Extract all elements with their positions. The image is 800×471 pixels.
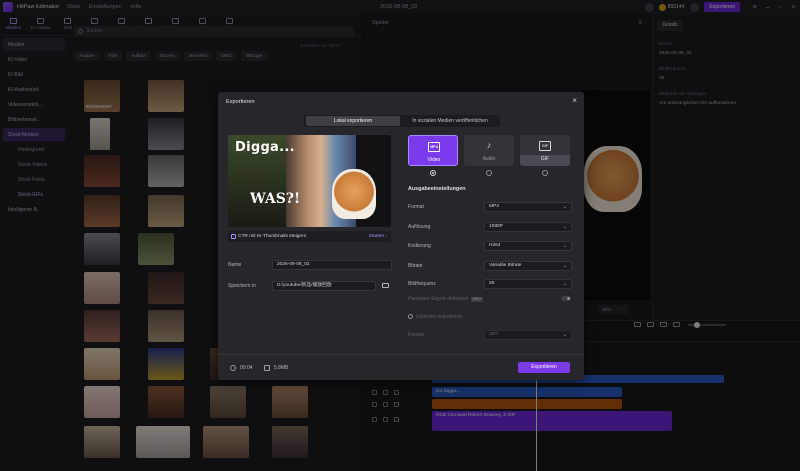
format-label: Format [408, 204, 424, 210]
ctr-start-label: Starten [368, 234, 385, 239]
encoding-label: Kodierung [408, 243, 431, 249]
audio-note-icon: ♪ [486, 140, 492, 150]
bitrate-value: Variable Bitrate [489, 263, 522, 268]
export-file-size: 5.8MB [274, 365, 289, 371]
chevron-down-icon: ⌄ [562, 263, 567, 269]
chevron-down-icon: ⌄ [562, 204, 567, 210]
resolution-label: Auflösung [408, 224, 431, 230]
ctr-banner: CTR mit KI-Thumbnails steigern Starten › [228, 231, 391, 242]
framerate-label: Bildfrequenz [408, 281, 436, 287]
subtitle-export-label: Untertitel exportieren [416, 314, 463, 320]
framerate-value: 25 [489, 281, 495, 286]
format-label-video: Video [427, 157, 441, 163]
subtitle-format-label: Format [408, 332, 424, 338]
format-card-video[interactable]: MP4 Video [408, 135, 458, 166]
ai-thumbnail-icon [231, 234, 236, 239]
ctr-text: CTR mit KI-Thumbnails steigern [238, 234, 307, 239]
export-duration: 00:04 [240, 365, 253, 371]
bitrate-label: Bitrate [408, 263, 423, 269]
resolution-value: 1080P [489, 224, 503, 229]
gpu-export-label: Hardware-Export aktivieren GPU [408, 296, 483, 302]
name-input[interactable]: 2026-09-08_02 [272, 260, 392, 270]
preview-caption-bottom: WAS?! [250, 191, 301, 207]
tab-social-publish[interactable]: In sozialen Medien veröffentlichen [402, 116, 498, 126]
chevron-down-icon: ⌄ [562, 243, 567, 249]
encoding-value: H264 [489, 243, 501, 248]
preview-caption-top: Digga... [235, 140, 295, 155]
export-preview: Digga... WAS?! [228, 135, 391, 227]
format-select[interactable]: MP4 ⌄ [484, 202, 572, 212]
subtitle-format-select[interactable]: SRT ⌄ [484, 330, 572, 340]
file-size-icon [264, 365, 270, 371]
video-format-icon: MP4 [428, 142, 440, 152]
format-label-audio: Audio [482, 156, 496, 162]
dialog-title: Exportieren [226, 99, 255, 105]
tab-local-export[interactable]: Lokal exportieren [306, 116, 400, 126]
save-location-input[interactable]: D:/youtube/新品/播放回放 [272, 281, 376, 291]
gpu-badge: GPU [470, 297, 483, 302]
export-mode-tabs: Lokal exportieren In sozialen Medien ver… [304, 115, 500, 127]
save-location-label: Speichern in [228, 283, 256, 289]
format-label-gif: GIF [540, 156, 550, 162]
clock-icon [230, 365, 236, 371]
folder-icon[interactable] [382, 283, 389, 288]
format-card-gif[interactable]: GIF GIF [520, 135, 570, 166]
preview-cat-image [332, 169, 376, 219]
subtitle-export-toggle[interactable] [408, 314, 413, 319]
bitrate-select[interactable]: Variable Bitrate ⌄ [484, 261, 572, 271]
radio-video[interactable] [430, 170, 436, 176]
close-icon[interactable]: × [572, 96, 577, 105]
ctr-start-link[interactable]: Starten › [369, 234, 387, 239]
format-value: MP4 [489, 204, 499, 209]
encoding-select[interactable]: H264 ⌄ [484, 241, 572, 251]
radio-gif[interactable] [542, 170, 548, 176]
format-card-audio[interactable]: ♪ Audio [464, 135, 514, 166]
subtitle-format-value: SRT [489, 332, 499, 337]
gpu-export-text: Hardware-Export aktivieren [408, 296, 469, 302]
name-label: Name [228, 262, 242, 268]
framerate-select[interactable]: 25 ⌄ [484, 279, 572, 289]
export-dialog: Exportieren × Lokal exportieren In sozia… [218, 92, 584, 380]
chevron-down-icon: ⌄ [562, 224, 567, 230]
export-button[interactable]: Exportieren [518, 362, 570, 373]
radio-audio[interactable] [486, 170, 492, 176]
chevron-down-icon: ⌄ [562, 281, 567, 287]
resolution-select[interactable]: 1080P ⌄ [484, 222, 572, 232]
output-settings-title: Ausgabeeinstellungen [408, 186, 466, 192]
gpu-export-toggle[interactable] [561, 296, 571, 301]
gif-format-icon: GIF [539, 141, 551, 151]
dialog-footer: 00:04 5.8MB Exportieren [218, 354, 584, 380]
chevron-down-icon: ⌄ [562, 332, 567, 338]
